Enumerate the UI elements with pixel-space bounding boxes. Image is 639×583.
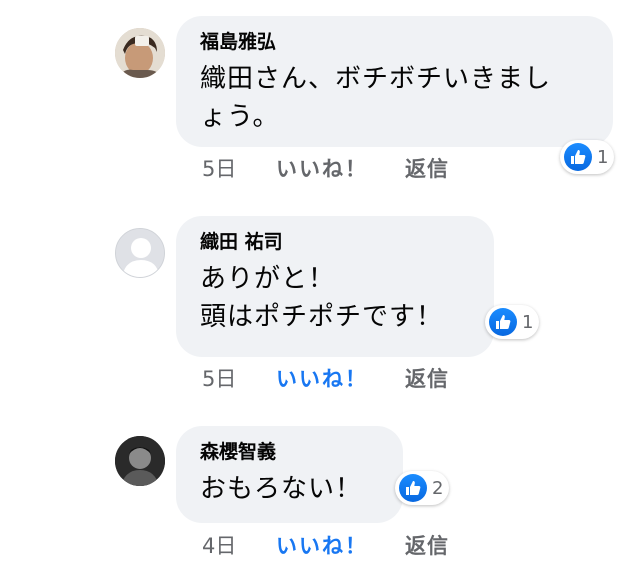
comment-actions: 4日 いいね！ 返信 bbox=[202, 530, 449, 560]
comment-author[interactable]: 織田 祐司 bbox=[200, 230, 470, 254]
comment-text: ありがと！ 頭はポチポチです！ bbox=[200, 264, 444, 332]
avatar[interactable] bbox=[115, 28, 165, 78]
avatar[interactable] bbox=[115, 436, 165, 486]
reply-button[interactable]: 返信 bbox=[405, 153, 449, 183]
reaction-summary[interactable]: 1 bbox=[560, 140, 615, 174]
comment-bubble: 森櫻智義 おもろない！ bbox=[176, 426, 403, 523]
avatar[interactable] bbox=[115, 228, 165, 278]
reaction-summary[interactable]: 1 bbox=[485, 305, 540, 339]
comment-bubble: 織田 祐司 ありがと！ 頭はポチポチです！ bbox=[176, 216, 494, 357]
reply-button[interactable]: 返信 bbox=[405, 363, 449, 393]
like-button[interactable]: いいね！ bbox=[276, 363, 405, 393]
comment-author[interactable]: 福島雅弘 bbox=[200, 30, 589, 54]
like-button[interactable]: いいね！ bbox=[276, 530, 405, 560]
reaction-count: 1 bbox=[597, 146, 609, 168]
comment-timestamp[interactable]: 5日 bbox=[202, 153, 276, 183]
comment-timestamp[interactable]: 5日 bbox=[202, 363, 276, 393]
like-button[interactable]: いいね！ bbox=[276, 153, 405, 183]
reaction-count: 2 bbox=[432, 477, 444, 499]
comment-text: おもろない！ bbox=[200, 474, 363, 504]
thumbs-up-icon bbox=[399, 474, 427, 502]
thumbs-up-icon bbox=[564, 143, 592, 171]
comment-actions: 5日 いいね！ 返信 bbox=[202, 363, 449, 393]
comment-text: 織田さん、ボチボチいきまし ょう。 bbox=[200, 64, 552, 132]
reply-button[interactable]: 返信 bbox=[405, 530, 449, 560]
comment-actions: 5日 いいね！ 返信 bbox=[202, 153, 449, 183]
comment-bubble: 福島雅弘 織田さん、ボチボチいきまし ょう。 bbox=[176, 16, 613, 147]
comment-timestamp[interactable]: 4日 bbox=[202, 530, 276, 560]
comment-author[interactable]: 森櫻智義 bbox=[200, 440, 379, 464]
reaction-count: 1 bbox=[522, 311, 534, 333]
default-avatar-icon bbox=[116, 229, 164, 277]
reaction-summary[interactable]: 2 bbox=[395, 471, 450, 505]
thumbs-up-icon bbox=[489, 308, 517, 336]
